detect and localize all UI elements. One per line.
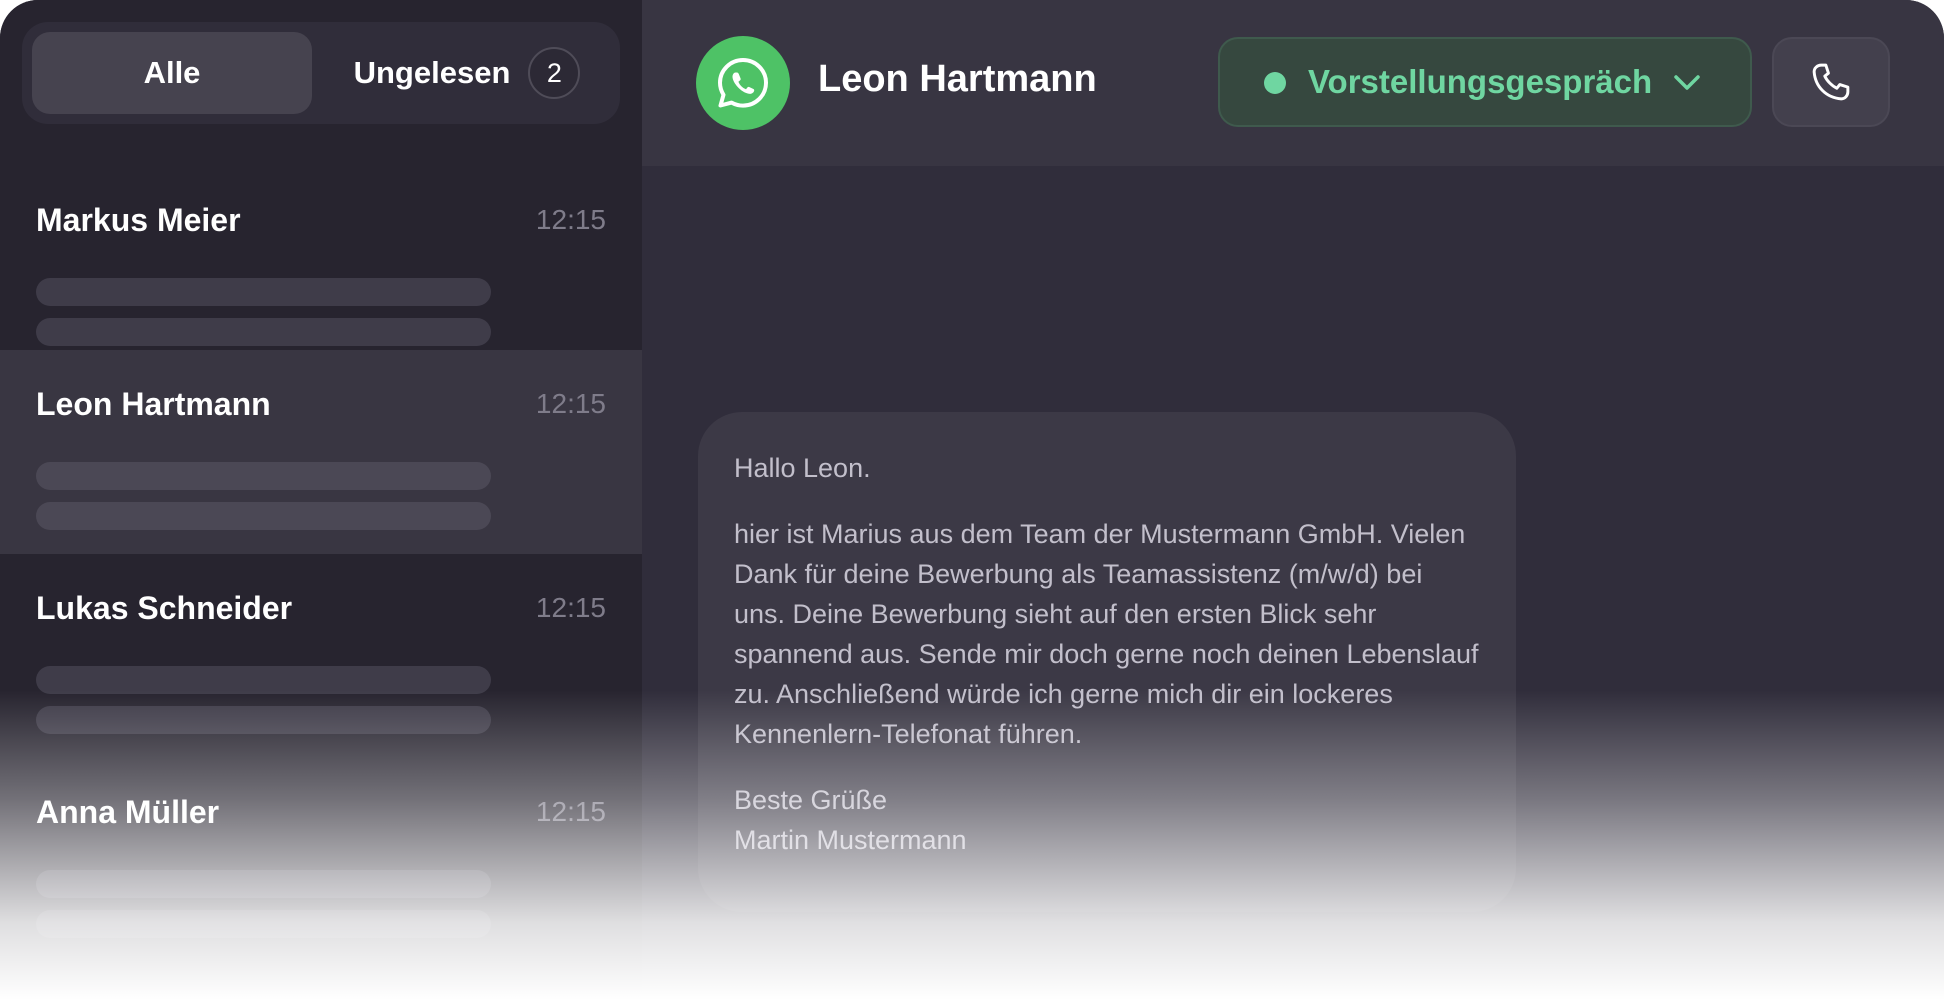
message-preview-placeholder — [36, 870, 491, 898]
message-preview-placeholder — [36, 278, 491, 306]
chat-timestamp: 12:15 — [535, 796, 606, 827]
message-signature: Martin Mustermann — [734, 825, 967, 855]
chat-timestamp: 12:15 — [535, 204, 606, 235]
chat-timestamp: 12:15 — [535, 592, 606, 623]
chat-sidebar: Alle Ungelesen 2 Markus Meier 12:15 Leon… — [0, 0, 642, 1000]
message-preview-placeholder — [36, 502, 491, 530]
chat-contact-name: Anna Müller — [36, 794, 220, 830]
unread-count-badge: 2 — [528, 47, 581, 99]
chat-contact-name: Lukas Schneider — [36, 590, 293, 626]
call-button[interactable] — [1772, 37, 1890, 127]
filter-tab-unread[interactable]: Ungelesen 2 — [322, 32, 612, 114]
chat-contact-name: Leon Hartmann — [36, 386, 271, 422]
conversation-header: Leon Hartmann Vorstellungsgespräch — [642, 0, 1944, 166]
filter-tab-all-label: Alle — [143, 55, 201, 90]
message-preview-placeholder — [36, 462, 491, 490]
status-dropdown-label: Vorstellungsgespräch — [1308, 63, 1653, 100]
status-dropdown[interactable]: Vorstellungsgespräch — [1218, 37, 1752, 127]
chat-contact-name: Markus Meier — [36, 202, 241, 238]
filter-segmented-control: Alle Ungelesen 2 — [22, 22, 620, 124]
message-body: hier ist Marius aus dem Team der Musterm… — [734, 519, 1479, 749]
filter-tab-all[interactable]: Alle — [32, 32, 312, 114]
chat-list-item[interactable]: Anna Müller 12:15 — [0, 758, 642, 962]
message-preview-placeholder — [36, 706, 491, 734]
phone-icon — [1812, 63, 1850, 101]
chevron-down-icon — [1674, 75, 1700, 90]
conversation-contact-name: Leon Hartmann — [818, 58, 1097, 100]
messenger-app: Alle Ungelesen 2 Markus Meier 12:15 Leon… — [0, 0, 1944, 1000]
message-preview-placeholder — [36, 910, 491, 938]
message-closing: Beste Grüße — [734, 785, 888, 815]
message-preview-placeholder — [36, 666, 491, 694]
message-greeting: Hallo Leon. — [734, 453, 871, 483]
filter-tab-unread-label: Ungelesen — [353, 55, 511, 90]
whatsapp-icon — [696, 36, 790, 130]
message-signature-block: Beste Grüße Martin Mustermann — [734, 780, 1480, 860]
chat-list-item[interactable]: Lukas Schneider 12:15 — [0, 554, 642, 758]
chat-list-item-selected[interactable]: Leon Hartmann 12:15 — [0, 350, 642, 554]
message-preview-placeholder — [36, 318, 491, 346]
status-indicator-dot — [1264, 72, 1286, 94]
chat-list-item[interactable]: Markus Meier 12:15 — [0, 166, 642, 370]
chat-timestamp: 12:15 — [535, 388, 606, 419]
message-bubble: Hallo Leon. hier ist Marius aus dem Team… — [698, 412, 1516, 912]
